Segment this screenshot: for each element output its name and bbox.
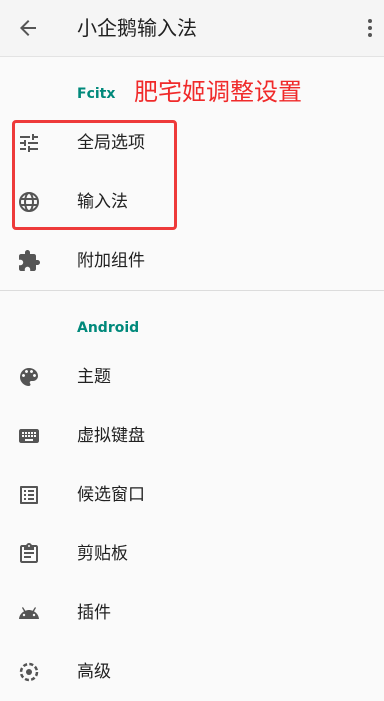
settings-item-label: 剪贴板 (77, 544, 128, 564)
page-title: 小企鹅输入法 (77, 16, 197, 40)
arrow-back-icon (20, 20, 36, 36)
settings-item-advanced[interactable]: 高级 (0, 643, 384, 701)
settings-item-virtual-keyboard[interactable]: 虚拟键盘 (0, 407, 384, 465)
annotation-text: 肥宅姬调整设置 (134, 78, 302, 106)
settings-item-label: 候选窗口 (77, 485, 145, 505)
android-icon (19, 607, 39, 619)
section-header-fcitx: Fcitx (77, 86, 116, 102)
extension-icon (19, 250, 40, 271)
settings-item-clipboard[interactable]: 剪贴板 (0, 525, 384, 583)
settings-item-label: 虚拟键盘 (77, 426, 145, 446)
settings-item-theme[interactable]: 主题 (0, 348, 384, 406)
annotation-highlight-box (12, 120, 177, 230)
advanced-icon (19, 662, 39, 682)
settings-item-label: 附加组件 (77, 251, 145, 271)
settings-item-label: 高级 (77, 662, 111, 682)
settings-item-addons[interactable]: 附加组件 (0, 232, 384, 290)
settings-item-label: 主题 (77, 367, 111, 387)
list-alt-icon (20, 486, 38, 504)
section-header-android: Android (77, 320, 140, 336)
back-button[interactable] (10, 10, 46, 46)
palette-icon (20, 368, 38, 386)
more-options-button[interactable] (358, 12, 382, 44)
app-bar: 小企鹅输入法 (0, 0, 384, 57)
settings-item-plugins[interactable]: 插件 (0, 584, 384, 642)
more-vert-icon (368, 19, 372, 37)
keyboard-icon (19, 429, 39, 443)
section-divider (0, 290, 384, 291)
settings-item-label: 插件 (77, 603, 111, 623)
settings-item-candidate-window[interactable]: 候选窗口 (0, 466, 384, 524)
clipboard-icon (20, 543, 38, 563)
